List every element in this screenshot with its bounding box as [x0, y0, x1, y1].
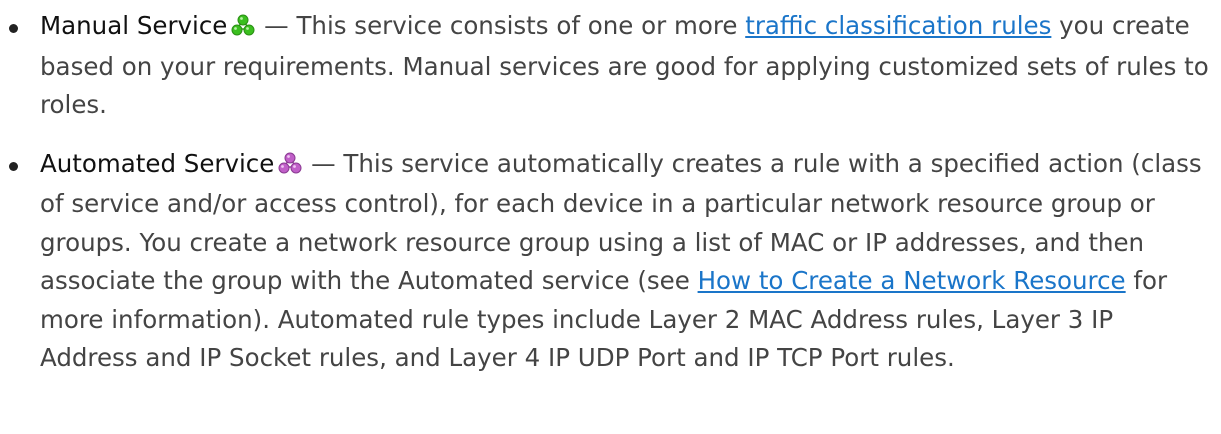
service-type-list: Manual Service — This service consists o…	[0, 0, 1221, 378]
bullet-dot	[9, 161, 18, 171]
term-manual-service: Manual Service	[40, 11, 228, 40]
document-body: Manual Service — This service consists o…	[0, 0, 1221, 434]
list-item-automated-service: Automated Service — This service automat…	[0, 145, 1221, 378]
traffic-classification-rules-link[interactable]: traffic classification rules	[745, 11, 1051, 40]
manual-service-icon	[231, 9, 255, 48]
term-automated-service: Automated Service	[40, 148, 275, 178]
bullet-dot	[9, 24, 18, 33]
list-item-manual-service: Manual Service — This service consists o…	[0, 0, 1221, 125]
how-to-create-network-resource-link[interactable]: How to Create a Network Resource	[698, 266, 1126, 295]
manual-service-text-before-link: — This service consists of one or more	[256, 11, 746, 40]
automated-service-icon	[278, 147, 302, 186]
